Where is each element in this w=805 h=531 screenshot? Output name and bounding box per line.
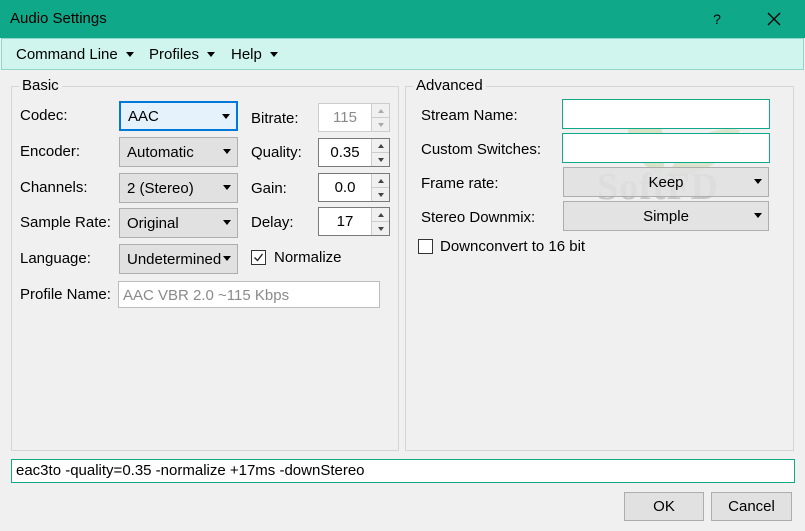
- encoder-label: Encoder:: [20, 143, 81, 160]
- normalize-label[interactable]: Normalize: [274, 249, 342, 266]
- delay-spinner[interactable]: 17: [318, 207, 390, 236]
- language-label: Language:: [20, 250, 91, 267]
- title-bar: Audio Settings ?: [0, 0, 805, 38]
- delay-value: 17: [336, 213, 354, 230]
- custom-switches-field[interactable]: [562, 133, 770, 163]
- sample-rate-label: Sample Rate:: [20, 214, 111, 231]
- stereo-downmix-select[interactable]: Simple: [563, 201, 769, 231]
- menu-help[interactable]: Help: [231, 46, 278, 63]
- ok-button-label: OK: [653, 498, 675, 515]
- gain-label: Gain:: [251, 180, 287, 197]
- chevron-down-icon: [754, 213, 762, 218]
- profile-name-field[interactable]: AAC VBR 2.0 ~115 Kbps: [118, 281, 380, 308]
- spin-down-icon[interactable]: [371, 117, 389, 131]
- cancel-button[interactable]: Cancel: [711, 492, 792, 521]
- custom-switches-label: Custom Switches:: [421, 141, 542, 158]
- delay-label: Delay:: [251, 214, 294, 231]
- codec-select[interactable]: AAC: [119, 101, 238, 131]
- frame-rate-select[interactable]: Keep: [563, 167, 769, 197]
- basic-group-label: Basic: [19, 77, 62, 94]
- stereo-downmix-label: Stereo Downmix:: [421, 209, 536, 226]
- menu-command-line-label: Command Line: [16, 46, 118, 63]
- chevron-down-icon: [223, 256, 231, 261]
- bitrate-spinner[interactable]: 115: [318, 103, 390, 132]
- spin-down-icon[interactable]: [371, 221, 389, 235]
- downconvert-checkbox[interactable]: [418, 239, 433, 254]
- sample-rate-value: Original: [127, 214, 179, 232]
- cancel-button-label: Cancel: [728, 498, 775, 515]
- language-value: Undetermined: [127, 250, 222, 268]
- window-title: Audio Settings: [10, 10, 107, 27]
- gain-spinner[interactable]: 0.0: [318, 173, 390, 202]
- spin-down-icon[interactable]: [371, 187, 389, 201]
- chevron-down-icon: [222, 114, 230, 119]
- menu-profiles[interactable]: Profiles: [149, 46, 216, 63]
- close-icon: [767, 12, 781, 26]
- command-line-field[interactable]: eac3to -quality=0.35 -normalize +17ms -d…: [11, 459, 795, 483]
- stereo-downmix-value: Simple: [643, 207, 689, 225]
- bitrate-value: 115: [333, 109, 357, 126]
- quality-label: Quality:: [251, 144, 302, 161]
- gain-value: 0.0: [334, 179, 356, 196]
- spin-up-icon[interactable]: [371, 174, 389, 187]
- downconvert-label[interactable]: Downconvert to 16 bit: [440, 238, 585, 255]
- encoder-select[interactable]: Automatic: [119, 137, 238, 167]
- profile-name-value: AAC VBR 2.0 ~115 Kbps: [123, 287, 290, 304]
- language-select[interactable]: Undetermined: [119, 244, 238, 274]
- help-button[interactable]: ?: [700, 0, 734, 38]
- chevron-down-icon: [223, 220, 231, 225]
- ok-button[interactable]: OK: [624, 492, 704, 521]
- spin-up-icon[interactable]: [371, 139, 389, 152]
- menu-bar: Command Line Profiles Help: [1, 38, 804, 70]
- chevron-down-icon: [223, 185, 231, 190]
- spin-up-icon[interactable]: [371, 104, 389, 117]
- spin-up-icon[interactable]: [371, 208, 389, 221]
- codec-value: AAC: [128, 107, 159, 125]
- frame-rate-label: Frame rate:: [421, 175, 499, 192]
- sample-rate-select[interactable]: Original: [119, 208, 238, 238]
- chevron-down-icon: [269, 52, 278, 57]
- channels-value: 2 (Stereo): [127, 179, 194, 197]
- chevron-down-icon: [754, 179, 762, 184]
- encoder-value: Automatic: [127, 143, 194, 161]
- help-icon: ?: [713, 11, 721, 27]
- spin-down-icon[interactable]: [371, 152, 389, 166]
- menu-help-label: Help: [231, 46, 262, 63]
- normalize-checkbox[interactable]: [251, 250, 266, 265]
- advanced-group-label: Advanced: [413, 77, 486, 94]
- menu-profiles-label: Profiles: [149, 46, 200, 63]
- quality-value: 0.35: [330, 144, 360, 161]
- bitrate-label: Bitrate:: [251, 110, 299, 127]
- channels-label: Channels:: [20, 179, 88, 196]
- command-line-value: eac3to -quality=0.35 -normalize +17ms -d…: [16, 462, 365, 479]
- chevron-down-icon: [223, 149, 231, 154]
- stream-name-label: Stream Name:: [421, 107, 518, 124]
- channels-select[interactable]: 2 (Stereo): [119, 173, 238, 203]
- codec-label: Codec:: [20, 107, 68, 124]
- stream-name-field[interactable]: [562, 99, 770, 129]
- chevron-down-icon: [125, 52, 134, 57]
- quality-spinner[interactable]: 0.35: [318, 138, 390, 167]
- close-button[interactable]: [754, 0, 794, 38]
- checkmark-icon: [254, 253, 264, 262]
- chevron-down-icon: [207, 52, 216, 57]
- menu-command-line[interactable]: Command Line: [16, 46, 134, 63]
- frame-rate-value: Keep: [648, 173, 684, 191]
- profile-name-label: Profile Name:: [20, 286, 111, 303]
